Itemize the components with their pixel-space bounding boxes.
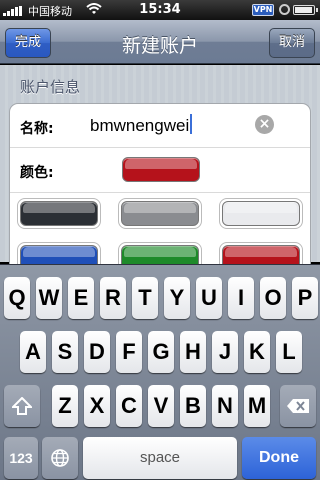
color-option-gray[interactable] (121, 201, 199, 226)
key-u[interactable]: U (196, 277, 222, 319)
color-option-black[interactable] (20, 201, 98, 226)
keyboard: QWERTYUIOP ASDFGHJKL ZXCVBNM 123 space D… (0, 264, 320, 480)
rotation-lock-icon (279, 4, 290, 15)
name-input[interactable]: bmwnengwei (90, 114, 193, 136)
key-a[interactable]: A (20, 331, 46, 373)
vpn-icon: VPN (252, 4, 274, 16)
status-bar: 中国移动 15:34 VPN (0, 0, 320, 20)
key-e[interactable]: E (68, 277, 94, 319)
navigation-bar: 完成 新建账户 取消 (0, 20, 320, 64)
key-l[interactable]: L (276, 331, 302, 373)
key-p[interactable]: P (292, 277, 318, 319)
name-row: 名称: bmwnengwei × (10, 104, 310, 148)
key-b[interactable]: B (180, 385, 206, 427)
text-cursor (190, 114, 193, 134)
key-c[interactable]: C (116, 385, 142, 427)
key-o[interactable]: O (260, 277, 286, 319)
globe-icon (51, 449, 69, 467)
key-g[interactable]: G (148, 331, 174, 373)
key-z[interactable]: Z (52, 385, 78, 427)
color-option-white[interactable] (222, 201, 300, 226)
key-t[interactable]: T (132, 277, 158, 319)
color-label: 颜色: (20, 165, 54, 181)
selected-color-swatch[interactable] (122, 157, 200, 182)
space-key[interactable]: space (83, 437, 237, 479)
name-label: 名称: (20, 121, 54, 137)
key-v[interactable]: V (148, 385, 174, 427)
key-n[interactable]: N (212, 385, 238, 427)
globe-key[interactable] (42, 437, 78, 479)
key-s[interactable]: S (52, 331, 78, 373)
key-q[interactable]: Q (4, 277, 30, 319)
shift-arrow-icon (10, 396, 34, 415)
backspace-icon (287, 399, 309, 413)
delete-key[interactable] (280, 385, 316, 427)
name-value: bmwnengwei (90, 116, 190, 135)
key-f[interactable]: F (116, 331, 142, 373)
section-header: 账户信息 (20, 78, 81, 96)
battery-icon (293, 5, 318, 15)
key-x[interactable]: X (84, 385, 110, 427)
account-form: 账户信息 名称: bmwnengwei × 颜色: (0, 65, 320, 278)
numbers-key[interactable]: 123 (4, 437, 38, 479)
key-i[interactable]: I (228, 277, 254, 319)
cancel-button[interactable]: 取消 (268, 28, 315, 58)
key-h[interactable]: H (180, 331, 206, 373)
account-info-group: 名称: bmwnengwei × 颜色: (9, 103, 311, 278)
color-row: 颜色: (10, 148, 310, 193)
key-k[interactable]: K (244, 331, 270, 373)
battery-level (295, 7, 313, 13)
key-m[interactable]: M (244, 385, 270, 427)
shift-key[interactable] (4, 385, 40, 427)
key-r[interactable]: R (100, 277, 126, 319)
key-j[interactable]: J (212, 331, 238, 373)
key-w[interactable]: W (36, 277, 62, 319)
keyboard-done-key[interactable]: Done (242, 437, 316, 479)
clear-text-icon[interactable]: × (255, 115, 274, 134)
key-d[interactable]: D (84, 331, 110, 373)
key-y[interactable]: Y (164, 277, 190, 319)
